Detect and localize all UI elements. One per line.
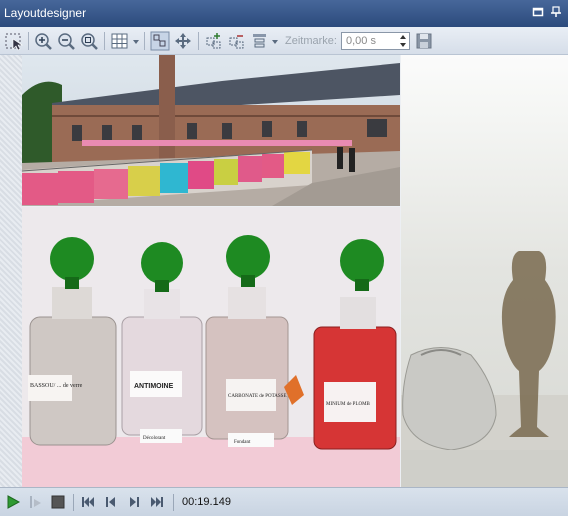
photo-building[interactable]	[22, 55, 400, 206]
building-image	[22, 55, 400, 206]
label-carbonate: CARBONATE de POTASSE	[228, 394, 287, 399]
window-title-bar: Layoutdesigner	[0, 0, 568, 27]
label-bassou: BASSOU/ ... de verre	[30, 383, 83, 389]
play-from-marker-icon[interactable]	[28, 494, 44, 510]
chevron-down-icon[interactable]	[269, 31, 281, 51]
player-bar: 00:19.149	[0, 487, 568, 516]
stop-icon[interactable]	[50, 494, 66, 510]
grid-icon[interactable]	[110, 31, 130, 51]
step-back-icon[interactable]	[103, 494, 119, 510]
step-forward-icon[interactable]	[126, 494, 142, 510]
canvas-left-margin	[0, 55, 22, 487]
add-layer-icon[interactable]	[204, 31, 224, 51]
chevron-down-icon[interactable]	[130, 31, 142, 51]
spinner-icon[interactable]	[397, 33, 409, 49]
zoom-out-icon[interactable]	[56, 31, 76, 51]
zeitmarke-label: Zeitmarke:	[285, 35, 337, 47]
align-icon[interactable]	[250, 31, 270, 51]
toolbar: Zeitmarke: 0,00 s	[0, 27, 568, 55]
skip-to-start-icon[interactable]	[80, 494, 96, 510]
label-minium: MINIUM de PLOMB	[326, 402, 371, 407]
photo-glassware[interactable]	[401, 55, 568, 487]
zoom-fit-icon[interactable]	[79, 31, 99, 51]
zoom-in-icon[interactable]	[33, 31, 53, 51]
bottles-image: BASSOU/ ... de verre ANTIMOINE CARBONATE…	[22, 207, 400, 487]
label-fondant: Fondant	[234, 440, 251, 445]
label-decolorant: Décolorant	[143, 436, 166, 441]
label-antimoine: ANTIMOINE	[134, 383, 174, 390]
glassware-image	[401, 55, 568, 487]
remove-layer-icon[interactable]	[227, 31, 247, 51]
snap-icon[interactable]	[150, 31, 170, 51]
timecode-display: 00:19.149	[182, 496, 231, 508]
pin-icon[interactable]	[550, 6, 562, 18]
window-title: Layoutdesigner	[4, 6, 87, 20]
save-icon[interactable]	[414, 31, 434, 51]
restore-icon[interactable]	[532, 6, 544, 18]
select-arrow-icon[interactable]	[4, 31, 24, 51]
photo-bottles[interactable]: BASSOU/ ... de verre ANTIMOINE CARBONATE…	[22, 207, 400, 487]
move-icon[interactable]	[173, 31, 193, 51]
skip-to-end-icon[interactable]	[149, 494, 165, 510]
play-icon[interactable]	[5, 494, 21, 510]
